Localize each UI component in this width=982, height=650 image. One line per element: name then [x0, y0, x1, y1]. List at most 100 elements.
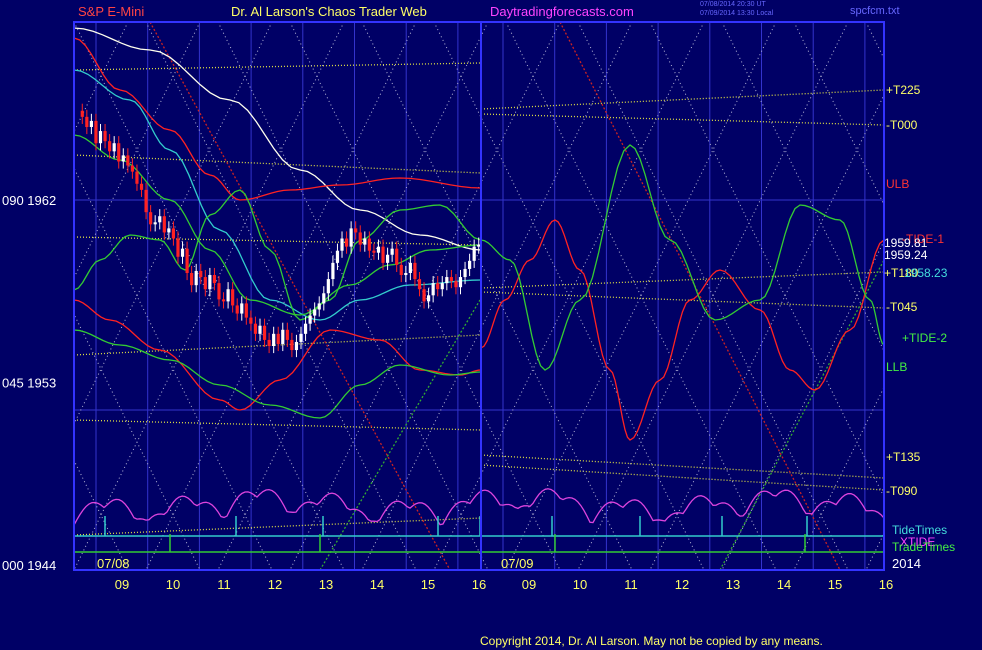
price-bar-body [468, 260, 472, 269]
price-bar-body [139, 183, 144, 190]
price-bar-body [199, 270, 203, 278]
level-label: +T225 [886, 83, 921, 97]
diamond-line [74, 22, 201, 279]
price-bar-body [413, 262, 417, 280]
price-bar-body [349, 228, 353, 247]
price-bar-body [158, 216, 162, 223]
price-bar-body [458, 277, 463, 288]
y-tick-label: 090 1962 [2, 193, 56, 208]
price-bar-body [477, 244, 481, 247]
price-bar-body [331, 262, 335, 280]
level-label: -T090 [886, 484, 918, 498]
tidal-level [73, 62, 482, 71]
moving-average-white [73, 27, 482, 251]
instrument-title: S&P E-Mini [78, 4, 145, 19]
x-hour-label: 13 [319, 577, 333, 592]
price-bar-body [262, 325, 267, 340]
price-bar-body [176, 238, 180, 257]
price-bar-body [194, 270, 198, 286]
tide-and-trade-times [74, 516, 884, 553]
x-hour-label: 16 [472, 577, 486, 592]
lower-band-red [73, 299, 482, 411]
price-bars [80, 103, 481, 358]
price-bar-body [167, 228, 171, 233]
level-label: -T045 [886, 300, 918, 314]
level-label: 1958.23 [904, 266, 948, 280]
price-bar-body [217, 283, 221, 300]
price-bar-body [221, 299, 226, 302]
price-bar-body [308, 315, 312, 324]
file-name: spcfcm.txt [850, 5, 900, 17]
price-bar-body [276, 333, 280, 344]
x-hour-label: 13 [726, 577, 740, 592]
price-bar-body [130, 165, 134, 172]
price-bar-body [94, 120, 98, 144]
price-label: 1959.24 [884, 248, 928, 262]
x-hour-label: 09 [522, 577, 536, 592]
price-bar-body [231, 289, 235, 306]
price-bar-body [121, 155, 125, 162]
price-bar-body [294, 341, 299, 351]
price-bar-body [381, 246, 385, 263]
price-bar-body [153, 222, 157, 225]
tide-2-green [480, 144, 885, 371]
price-bar-body [385, 254, 390, 263]
price-bar-body [249, 317, 253, 324]
price-bar-body [376, 246, 381, 253]
price-bar-body [281, 329, 285, 344]
axis-labels: 090 1962 045 1953 000 1944 09 10 11 12 13 14 15 16… [2, 83, 955, 592]
tidal-level [480, 464, 885, 491]
tidal-level [480, 454, 885, 479]
x-hour-label: 12 [268, 577, 282, 592]
price-bar-body [144, 189, 148, 213]
forecast-diagonal [319, 299, 481, 570]
price-bar-body [135, 171, 139, 184]
price-bar-body [344, 238, 349, 247]
forecast-diagonal [559, 22, 841, 570]
price-bar-body [422, 289, 426, 302]
price-bar-body [89, 120, 93, 127]
x-hour-label: 10 [166, 577, 180, 592]
price-bar-body [112, 143, 116, 152]
price-bar-body [162, 216, 166, 233]
price-bar-body [404, 273, 408, 276]
price-bar-body [240, 303, 244, 314]
xtide-line [73, 488, 885, 526]
price-bar-body [313, 309, 317, 316]
tidal-level [73, 236, 482, 246]
x-hour-label: 15 [421, 577, 435, 592]
x-hour-label: 11 [624, 577, 638, 592]
x-hour-label: 10 [573, 577, 587, 592]
price-bar-body [390, 248, 394, 255]
xtide-curve [73, 488, 885, 526]
price-bar-body [395, 248, 399, 265]
price-bar-body [317, 303, 321, 310]
price-bar-body [290, 339, 294, 351]
tidal-level [73, 517, 482, 536]
price-bar-body [103, 131, 107, 142]
x-hour-label: 14 [370, 577, 384, 592]
tidal-level [480, 291, 885, 309]
price-bar-body [358, 232, 362, 245]
tidal-level [73, 419, 482, 431]
price-bar-body [226, 289, 230, 302]
diamond-line [938, 22, 982, 570]
x-hour-label: 16 [879, 577, 893, 592]
price-bar-body [212, 275, 217, 284]
date-label: 07/09 [501, 556, 534, 571]
forecast-curves [73, 27, 885, 441]
price-bar-body [449, 277, 453, 282]
site-url[interactable]: Daytradingforecasts.com [490, 4, 634, 19]
tidal-level [480, 113, 885, 126]
tidal-level [73, 154, 482, 174]
price-bar-body [427, 295, 431, 302]
price-bar-body [244, 303, 248, 318]
tidal-level [480, 89, 885, 110]
price-bar-body [454, 281, 458, 288]
x-hour-label: 11 [217, 577, 231, 592]
price-bar-body [98, 131, 103, 144]
price-bar-body [85, 116, 89, 127]
level-label: TradeTimes [892, 540, 955, 554]
forecast-diagonals [149, 22, 884, 570]
price-bar-body [472, 246, 476, 261]
